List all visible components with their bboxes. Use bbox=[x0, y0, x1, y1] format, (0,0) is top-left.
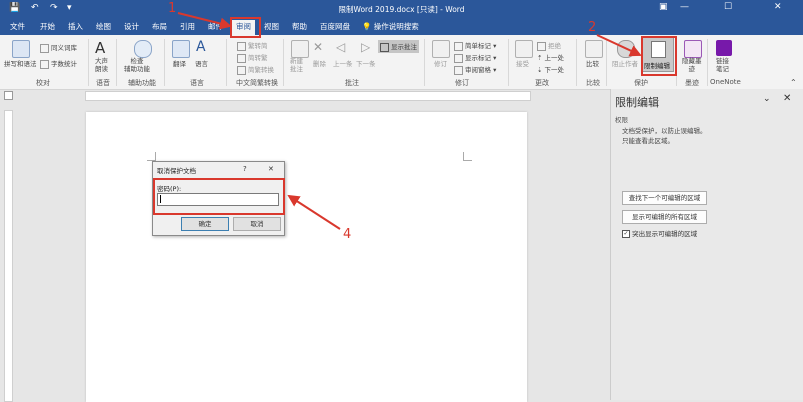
annotation-arrows bbox=[177, 12, 642, 230]
annotation-arrow-4 bbox=[287, 194, 341, 230]
annotation-arrow-2 bbox=[596, 34, 642, 57]
annotation-number-1: 1 bbox=[168, 1, 177, 16]
annotation-number-4: 4 bbox=[343, 227, 352, 242]
annotation-arrow-1 bbox=[177, 12, 232, 30]
annotation-number-2: 2 bbox=[588, 20, 597, 35]
